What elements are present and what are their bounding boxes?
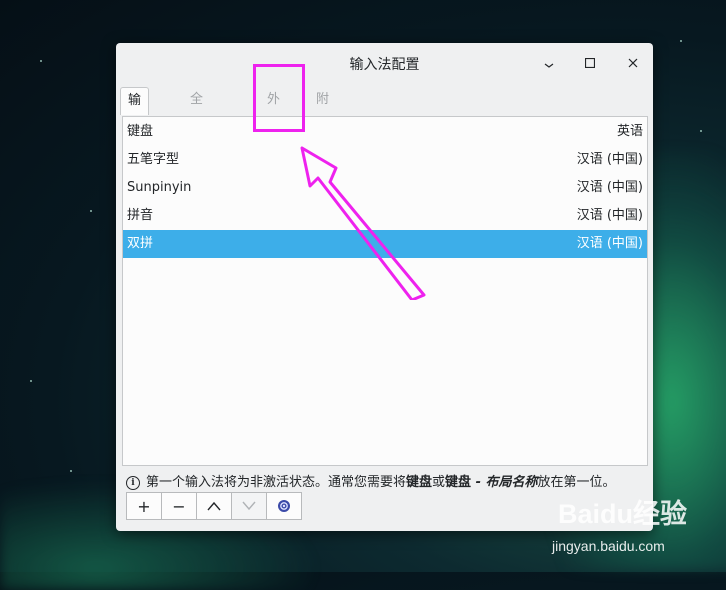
list-item-language: 汉语 (中国) bbox=[576, 236, 643, 251]
list-item-language: 汉语 (中国) bbox=[576, 180, 643, 195]
star bbox=[40, 60, 42, 62]
info-text: 或 bbox=[432, 475, 446, 490]
star bbox=[680, 40, 682, 42]
annotation-arrow-icon bbox=[300, 146, 426, 300]
remove-button[interactable]: − bbox=[161, 492, 197, 520]
info-text: 放在第一位。 bbox=[537, 475, 616, 490]
titlebar[interactable]: 输入法配置 bbox=[116, 43, 653, 83]
info-bold-keyboard: 键盘 bbox=[445, 475, 472, 490]
list-item-language: 汉语 (中国) bbox=[576, 208, 643, 223]
up-chevron-icon bbox=[207, 501, 221, 511]
configure-button[interactable] bbox=[266, 492, 302, 520]
minimize-icon bbox=[544, 63, 554, 68]
move-down-button[interactable] bbox=[231, 492, 267, 520]
add-button[interactable]: + bbox=[126, 492, 162, 520]
close-icon bbox=[628, 58, 638, 68]
list-item-language: 汉语 (中国) bbox=[576, 152, 643, 167]
down-chevron-icon bbox=[242, 501, 256, 511]
star bbox=[90, 210, 92, 212]
list-item-name: 键盘 bbox=[127, 124, 154, 139]
tab-global-config[interactable]: 全局配置 bbox=[183, 87, 210, 185]
watermark-url: jingyan.baidu.com bbox=[552, 538, 665, 554]
info-bold-keyboard: 键盘 bbox=[406, 475, 433, 490]
configure-icon bbox=[278, 500, 290, 512]
maximize-button[interactable] bbox=[580, 53, 600, 73]
annotation-highlight-box bbox=[253, 64, 305, 132]
tab-input-method[interactable]: 输入法 bbox=[120, 87, 150, 160]
list-item-name: 五笔字型 bbox=[127, 152, 180, 167]
info-layout-name: - 布局名称 bbox=[471, 475, 538, 490]
tab-addons[interactable]: 附加组件 bbox=[309, 87, 336, 185]
list-item-name: Sunpinyin bbox=[127, 180, 192, 195]
info-icon: i bbox=[126, 476, 140, 490]
star bbox=[70, 470, 72, 472]
info-text: 第一个输入法将为非激活状态。通常您需要将 bbox=[146, 475, 407, 490]
maximize-icon bbox=[585, 58, 595, 68]
baidu-jingyan-logo: Baidu经验 bbox=[558, 499, 688, 529]
list-item-name: 双拼 bbox=[127, 236, 154, 251]
minimize-button[interactable] bbox=[539, 53, 559, 73]
star bbox=[30, 380, 32, 382]
list-item-name: 拼音 bbox=[127, 208, 154, 223]
window-title: 输入法配置 bbox=[349, 57, 420, 73]
list-toolbar: + − bbox=[126, 492, 302, 521]
info-message: i 第一个输入法将为非激活状态。通常您需要将键盘或键盘 - 布局名称放在第一位。 bbox=[126, 471, 616, 490]
star bbox=[700, 130, 702, 132]
close-button[interactable] bbox=[623, 53, 643, 73]
move-up-button[interactable] bbox=[196, 492, 232, 520]
list-item-language: 英语 bbox=[616, 124, 643, 139]
